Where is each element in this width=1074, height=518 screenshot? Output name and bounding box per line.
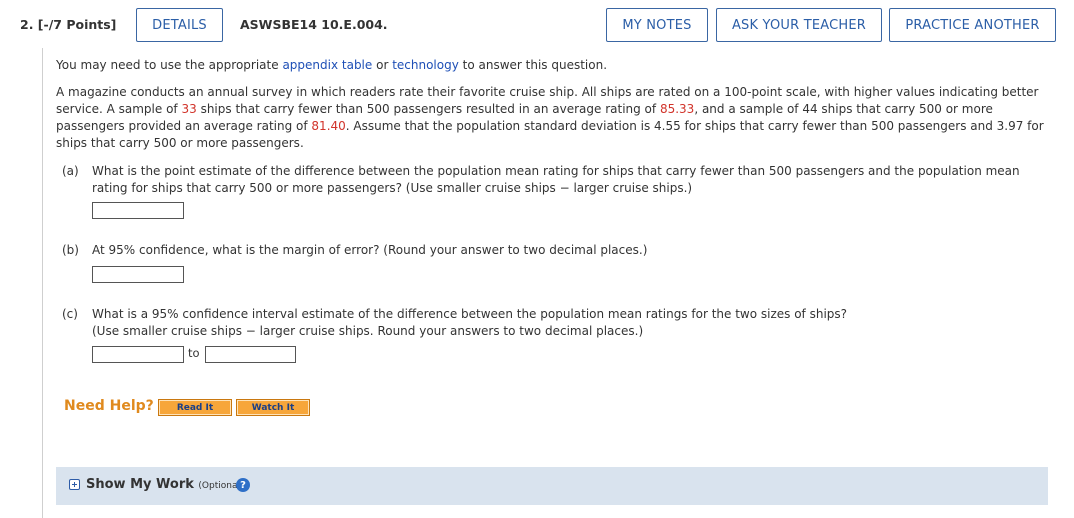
problem-statement: A magazine conducts an annual survey in …: [56, 84, 1056, 152]
practice-another-button[interactable]: PRACTICE ANOTHER: [889, 8, 1056, 42]
point-estimate-input[interactable]: [92, 202, 184, 219]
problem-text-2: ships that carry fewer than 500 passenge…: [196, 102, 660, 116]
ask-teacher-button[interactable]: ASK YOUR TEACHER: [716, 8, 882, 42]
expand-plus-icon[interactable]: [69, 479, 80, 490]
interval-lower-input[interactable]: [92, 346, 184, 363]
question-header: 2. [-/7 Points] DETAILS ASWSBE14 10.E.00…: [0, 0, 1074, 48]
show-my-work-label: Show My Work: [86, 477, 194, 492]
left-border: [42, 48, 43, 518]
part-c-text-2: (Use smaller cruise ships − larger cruis…: [92, 324, 644, 338]
read-it-button[interactable]: Read It: [158, 399, 232, 416]
help-question-icon[interactable]: ?: [236, 478, 250, 492]
instructions: You may need to use the appropriate appe…: [56, 57, 607, 74]
my-notes-button[interactable]: MY NOTES: [606, 8, 708, 42]
question-number: 2. [-/7 Points]: [20, 17, 117, 32]
part-c-text-1: What is a 95% confidence interval estima…: [92, 307, 848, 321]
appendix-table-link[interactable]: appendix table: [282, 58, 372, 72]
part-b-text: At 95% confidence, what is the margin of…: [92, 243, 648, 257]
part-a-label: (a): [62, 164, 79, 178]
intro-text-mid: or: [372, 58, 393, 72]
sample-size-small: 33: [181, 102, 197, 116]
mean-rating-small: 85.33: [659, 102, 695, 116]
margin-of-error-input[interactable]: [92, 266, 184, 283]
problem-code: ASWSBE14 10.E.004.: [240, 17, 388, 32]
part-c-text: What is a 95% confidence interval estima…: [92, 306, 1052, 340]
intro-text-end: to answer this question.: [458, 58, 608, 72]
show-my-work-title: Show My Work (Optional): [86, 477, 244, 492]
part-c-label: (c): [62, 307, 78, 321]
interval-to-label: to: [188, 346, 200, 360]
watch-it-button[interactable]: Watch It: [236, 399, 310, 416]
details-button[interactable]: DETAILS: [136, 8, 223, 42]
intro-text-start: You may need to use the appropriate: [56, 58, 283, 72]
part-b-label: (b): [62, 243, 79, 257]
part-a-text: What is the point estimate of the differ…: [92, 164, 1020, 195]
mean-rating-large: 81.40: [311, 119, 346, 133]
technology-link[interactable]: technology: [392, 58, 459, 72]
interval-upper-input[interactable]: [205, 346, 296, 363]
need-help-label: Need Help?: [64, 398, 154, 414]
show-my-work-panel[interactable]: Show My Work (Optional) ?: [56, 467, 1048, 505]
